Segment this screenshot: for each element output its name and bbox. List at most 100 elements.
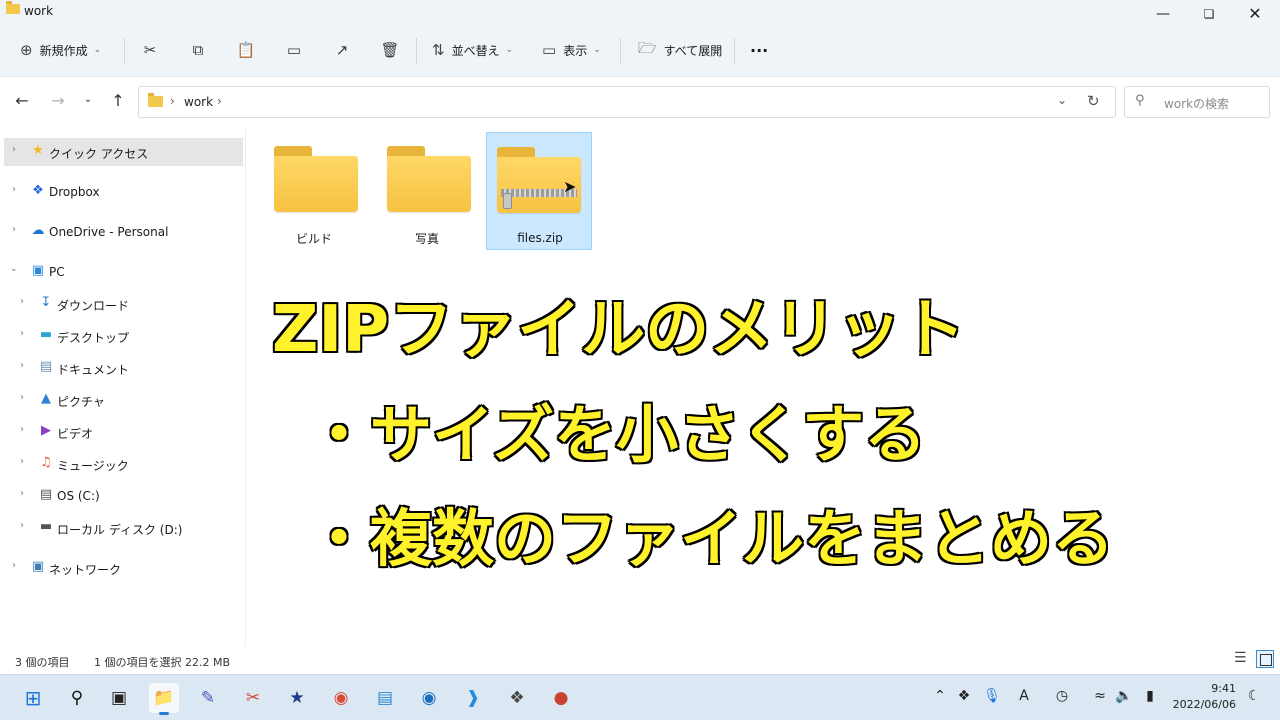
download-icon: ↧ [40, 295, 52, 310]
collapse-chevron-icon[interactable]: ⌄ [10, 264, 18, 274]
search-input[interactable]: workの検索 [1164, 95, 1229, 112]
powerpoint-icon[interactable]: ● [546, 683, 576, 713]
file-item-folder[interactable]: 写真 [374, 132, 480, 250]
snipping-tool-icon[interactable]: ✂ [238, 683, 268, 713]
cloud-icon: ☁ [31, 223, 45, 238]
volume-icon[interactable]: 🔈 [1114, 688, 1134, 704]
clock[interactable]: 9:41 2022/06/06 [1168, 681, 1236, 713]
extract-all-button[interactable]: 🗁 すべて展開 [638, 28, 722, 72]
view-button[interactable]: ▭ 表示 ⌄ [542, 28, 601, 72]
sidebar-item-music[interactable]: › ♫ ミュージック [4, 450, 243, 478]
file-item-zip[interactable]: ➤ files.zip [486, 132, 592, 250]
vscode-icon[interactable]: ❱ [458, 683, 488, 713]
chevron-down-icon[interactable]: ⌄ [1057, 93, 1067, 107]
unity-icon[interactable]: ❖ [502, 683, 532, 713]
refresh-icon[interactable]: ↻ [1087, 92, 1100, 110]
drive-icon: ▤ [39, 487, 53, 502]
divider [124, 38, 125, 64]
sidebar-item-os-c[interactable]: › ▤ OS (C:) [4, 482, 243, 510]
notification-moon-icon[interactable]: ☾ [1244, 688, 1264, 704]
details-view-icon[interactable]: ☰ [1234, 650, 1247, 666]
expand-chevron-icon[interactable]: › [12, 560, 16, 571]
expand-chevron-icon[interactable]: › [20, 296, 24, 307]
battery-icon[interactable]: ▮ [1140, 688, 1160, 704]
notepad-icon[interactable]: ▤ [370, 683, 400, 713]
dropbox-tray-icon[interactable]: ❖ [954, 688, 974, 704]
close-button[interactable]: ✕ [1232, 0, 1278, 28]
minimize-button[interactable]: — [1140, 0, 1186, 28]
maximize-button[interactable]: ❏ [1186, 0, 1232, 28]
selection-info: 1 個の項目を選択 22.2 MB [94, 656, 231, 669]
clock-sync-icon[interactable]: ◷ [1052, 688, 1072, 704]
chevron-right-icon[interactable]: › [217, 94, 222, 108]
expand-chevron-icon[interactable]: › [12, 184, 16, 195]
expand-chevron-icon[interactable]: › [12, 144, 16, 155]
drive-icon: ▬ [39, 519, 53, 534]
expand-chevron-icon[interactable]: › [20, 488, 24, 499]
address-bar[interactable]: › work › ⌄ ↻ [138, 86, 1116, 118]
microphone-icon[interactable]: 🎙 [982, 688, 1002, 704]
chevron-down-icon: ⌄ [505, 45, 514, 55]
expand-chevron-icon[interactable]: › [20, 520, 24, 531]
monitor-icon: ▣ [31, 263, 45, 278]
hidemaru-icon[interactable]: ★ [282, 683, 312, 713]
breadcrumb[interactable]: work [184, 95, 213, 109]
copy-icon[interactable]: ⧉ [188, 40, 208, 60]
expand-chevron-icon[interactable]: › [20, 328, 24, 339]
paste-icon[interactable]: 📋 [236, 40, 256, 60]
tray-overflow-chevron-icon[interactable]: ⌃ [930, 688, 950, 704]
back-arrow-icon[interactable]: ← [12, 91, 32, 110]
sidebar-item-desktop[interactable]: › ▬ デスクトップ [4, 322, 243, 350]
expand-chevron-icon[interactable]: › [20, 360, 24, 371]
sidebar-item-onedrive[interactable]: › ☁ OneDrive - Personal [4, 218, 243, 246]
sidebar-item-documents[interactable]: › ▤ ドキュメント [4, 354, 243, 382]
cut-icon[interactable]: ✂ [140, 40, 160, 60]
delete-icon[interactable]: 🗑 [380, 40, 400, 60]
large-icons-view-icon[interactable] [1256, 650, 1274, 668]
start-icon[interactable]: ⊞ [18, 683, 48, 713]
window-title: work [24, 4, 54, 18]
file-explorer-icon[interactable]: 📁 [149, 683, 179, 715]
expand-chevron-icon[interactable]: › [20, 424, 24, 435]
sidebar-item-quick-access[interactable]: › ★ クイック アクセス [4, 138, 243, 166]
editor-app-icon[interactable]: ✎ [193, 683, 223, 713]
sidebar-item-label: ローカル ディスク (D:) [57, 523, 183, 537]
document-icon: ▤ [39, 359, 53, 374]
expand-chevron-icon[interactable]: › [20, 392, 24, 403]
sidebar-item-pc[interactable]: ⌄ ▣ PC [4, 258, 243, 286]
wifi-icon[interactable]: ≈ [1090, 688, 1110, 704]
sidebar-item-label: ドキュメント [57, 363, 130, 377]
chrome-icon[interactable]: ◉ [326, 683, 356, 713]
sidebar-item-dropbox[interactable]: › ❖ Dropbox [4, 178, 243, 206]
sidebar-item-pictures[interactable]: › ▲ ピクチャ [4, 386, 243, 414]
expand-chevron-icon[interactable]: › [12, 224, 16, 235]
more-icon: ··· [750, 40, 769, 60]
more-button[interactable]: ··· [750, 28, 768, 72]
thunderbird-icon[interactable]: ◉ [414, 683, 444, 713]
sort-button[interactable]: ⇅ 並べ替え ⌄ [432, 28, 513, 72]
sidebar-item-label: Dropbox [49, 185, 100, 199]
search-box[interactable]: ⚲ workの検索 [1124, 86, 1270, 118]
folder-icon [387, 146, 471, 212]
new-button[interactable]: ⊕ 新規作成 ⌄ [20, 28, 101, 72]
rename-icon[interactable]: ▭ [284, 40, 304, 60]
up-arrow-icon[interactable]: ↑ [108, 91, 128, 110]
sidebar-item-videos[interactable]: › ▶ ビデオ [4, 418, 243, 446]
clock-time: 9:41 [1211, 682, 1236, 695]
sidebar-item-network[interactable]: › ▣ ネットワーク [4, 554, 243, 582]
history-chevron-icon[interactable]: ⌄ [78, 94, 98, 105]
command-bar: ⊕ 新規作成 ⌄ ✂ ⧉ 📋 ▭ ↗ 🗑 ⇅ 並べ替え ⌄ ▭ 表示 ⌄ 🗁 す… [0, 28, 1280, 76]
sidebar-item-label: ダウンロード [57, 299, 130, 313]
divider [416, 38, 417, 64]
expand-chevron-icon[interactable]: › [20, 456, 24, 467]
sidebar-item-downloads[interactable]: › ↧ ダウンロード [4, 290, 243, 318]
file-item-folder[interactable]: ビルド [261, 132, 367, 250]
task-view-icon[interactable]: ▣ [104, 683, 134, 713]
divider [620, 38, 621, 64]
search-icon[interactable]: ⚲ [62, 683, 92, 713]
sidebar-item-local-disk-d[interactable]: › ▬ ローカル ディスク (D:) [4, 514, 243, 542]
overlay-title: ZIPファイルのメリット [270, 292, 966, 369]
share-icon[interactable]: ↗ [332, 40, 352, 60]
forward-arrow-icon[interactable]: → [48, 91, 68, 110]
ime-icon[interactable]: A [1014, 688, 1034, 704]
